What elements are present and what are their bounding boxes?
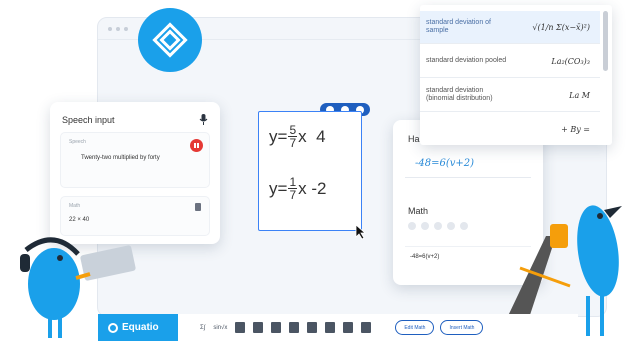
math-actions [408, 222, 468, 230]
formula-icon[interactable] [343, 322, 354, 333]
prediction-formula: √(1/n Σ(x−x̄)²) [532, 22, 590, 32]
math-label: Math [408, 206, 429, 216]
speech-math-box: Math 22 × 40 [60, 196, 210, 236]
prediction-formula: + By = [561, 125, 590, 134]
prediction-item[interactable]: standard deviation (binomial distributio… [420, 79, 600, 112]
equation-2[interactable]: y= 17 x -2 [269, 176, 326, 201]
prediction-label: standard deviation of sample [426, 19, 491, 34]
brand-label: Equatio [122, 322, 159, 333]
toolbar-tools: Σ∫ sin√x [200, 322, 372, 333]
edit-math-button[interactable]: Edit Math [395, 320, 435, 335]
equatio-brand-button[interactable]: Equatio [98, 314, 178, 341]
cursor-icon [355, 224, 367, 240]
speech-label: Speech [69, 139, 86, 145]
panel-title: Speech input [62, 115, 115, 125]
trash-icon[interactable] [447, 222, 455, 230]
prediction-formula: La M [569, 90, 590, 100]
text-icon[interactable] [408, 222, 416, 230]
microphone-icon[interactable] [271, 322, 282, 333]
graph-icon[interactable] [235, 322, 246, 333]
prediction-formula: La₂(CO₃)₃ [551, 56, 590, 66]
math-value[interactable]: 22 × 40 [69, 217, 201, 223]
prediction-item[interactable]: standard deviation of sample √(1/n Σ(x−x̄… [420, 11, 600, 44]
3d-icon[interactable] [307, 322, 318, 333]
speech-transcript-box: Speech Twenty-two multiplied by forty [60, 132, 210, 188]
eq1-lhs: y= [269, 126, 288, 146]
prediction-label: standard deviation pooled [426, 57, 507, 64]
chemistry-icon[interactable] [361, 322, 372, 333]
prediction-item[interactable]: + By = [420, 113, 600, 146]
equatio-toolbar: Equatio Σ∫ sin√x Edit Math Insert Math [98, 314, 578, 341]
equation-editor[interactable]: y= 57 x 4 y= 17 x -2 [258, 111, 362, 231]
more-icon[interactable] [460, 222, 468, 230]
handwriting-icon[interactable] [253, 322, 264, 333]
screenshot-icon[interactable] [289, 322, 300, 333]
denominator: 7 [289, 188, 297, 202]
scrollbar[interactable] [603, 11, 608, 71]
trash-icon[interactable] [195, 203, 201, 211]
insert-math-button[interactable]: Insert Math [440, 320, 484, 335]
equatio-logo [138, 8, 202, 72]
fraction: 17 [288, 176, 298, 202]
equatio-icon [108, 322, 118, 333]
speech-text: Twenty-two multiplied by forty [81, 155, 160, 161]
eq2-lhs: y= [269, 178, 288, 198]
math-label: Math [69, 203, 81, 209]
prediction-label: standard deviation (binomial distributio… [426, 87, 493, 102]
heart-icon[interactable] [434, 222, 442, 230]
microphone-icon[interactable] [199, 114, 208, 126]
eq2-rest: x -2 [298, 178, 327, 198]
latex-icon[interactable]: sin√x [213, 325, 227, 331]
handwriting-canvas[interactable]: -48=6(v+2) [405, 152, 531, 178]
fraction: 57 [288, 124, 298, 150]
speech-input-panel: Speech input Speech Twenty-two multiplie… [50, 102, 220, 244]
eq1-rest: x 4 [298, 126, 326, 146]
image-icon[interactable] [325, 322, 336, 333]
denominator: 7 [289, 136, 297, 150]
prediction-item[interactable]: standard deviation pooled La₂(CO₃)₃ [420, 45, 600, 78]
equation-1[interactable]: y= 57 x 4 [269, 124, 326, 149]
math-editor-icon[interactable]: Σ∫ [200, 325, 205, 331]
stop-recording-button[interactable] [190, 139, 203, 152]
prediction-dropdown: standard deviation of sample √(1/n Σ(x−x̄… [420, 5, 612, 145]
speak-icon[interactable] [421, 222, 429, 230]
